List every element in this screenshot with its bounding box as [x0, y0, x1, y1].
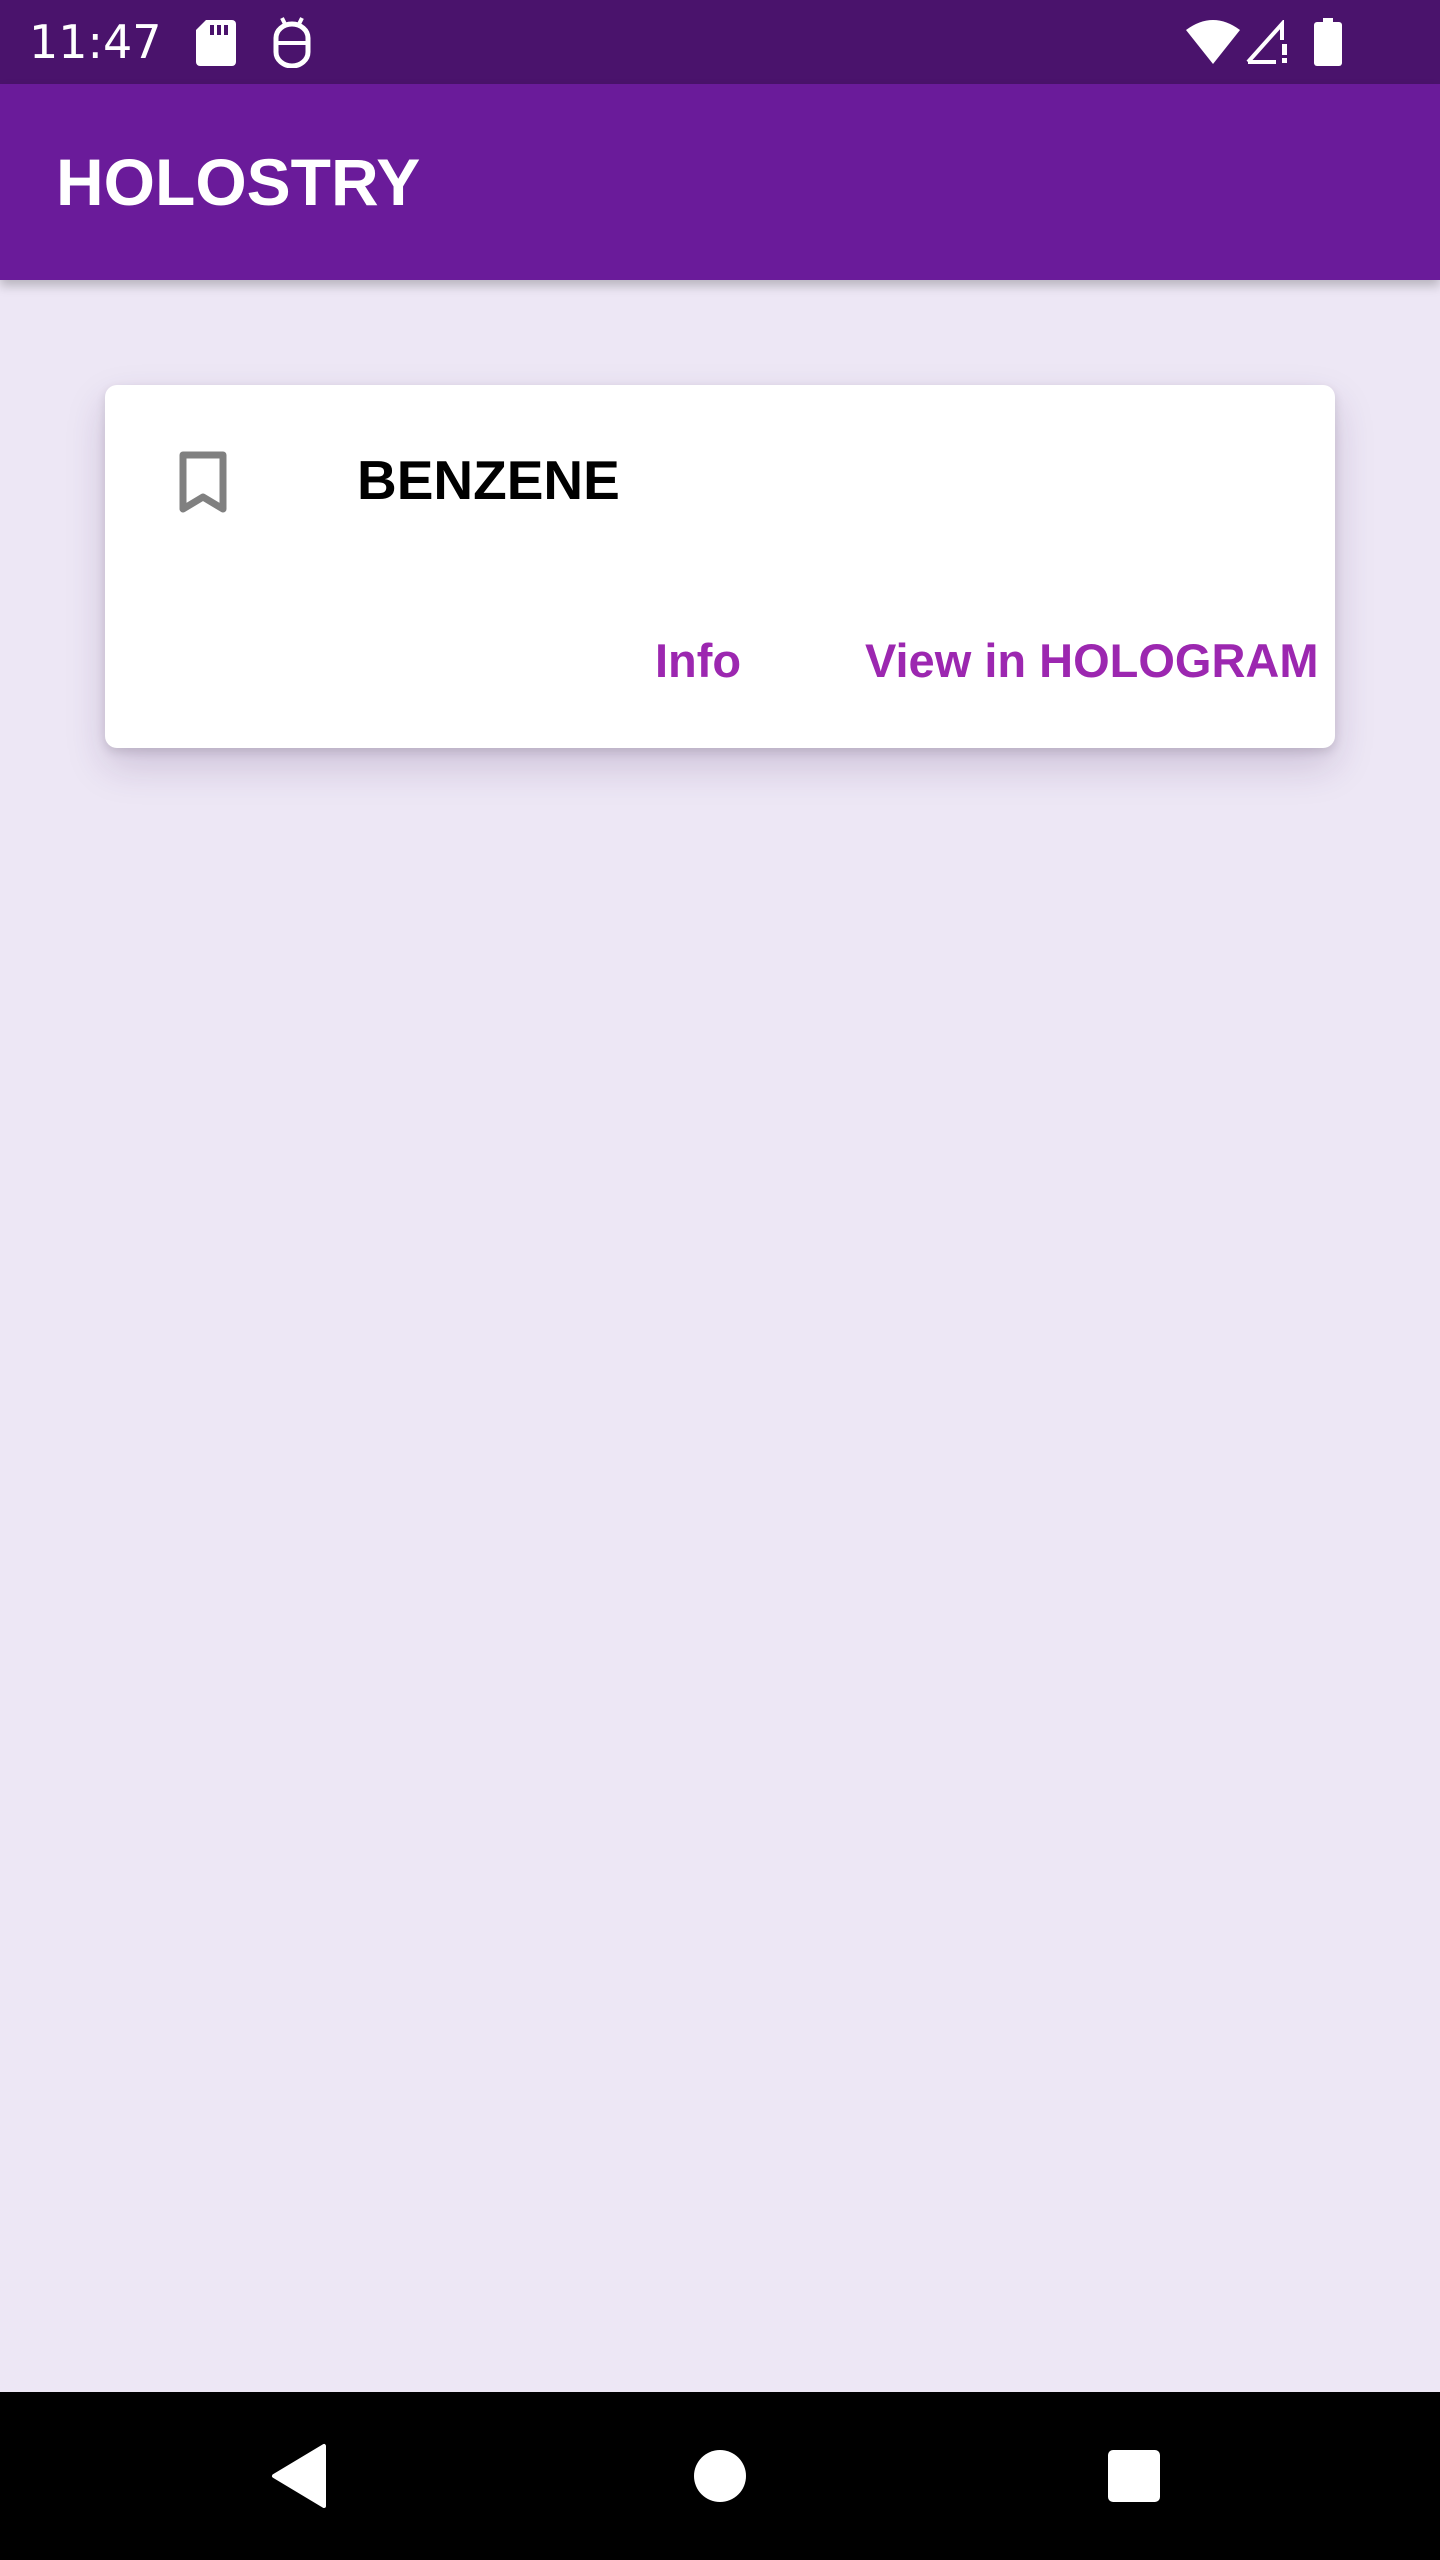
android-debug-icon — [273, 17, 311, 68]
back-icon[interactable] — [260, 2436, 340, 2516]
bookmark-icon[interactable] — [177, 451, 229, 515]
navigation-bar — [0, 2392, 1440, 2560]
app-title: HOLOSTRY — [56, 145, 421, 219]
recents-icon[interactable] — [1094, 2436, 1174, 2516]
info-button[interactable]: Info — [655, 633, 741, 689]
home-icon[interactable] — [680, 2436, 760, 2516]
view-hologram-button[interactable]: View in HOLOGRAM — [865, 633, 1319, 689]
molecule-title: BENZENE — [357, 449, 620, 511]
app-bar: HOLOSTRY — [0, 84, 1440, 280]
signal-icon — [1246, 20, 1287, 64]
status-bar: 11:47 — [0, 0, 1440, 84]
battery-icon — [1314, 18, 1342, 66]
wifi-icon — [1186, 20, 1240, 64]
molecule-card[interactable]: BENZENE Info View in HOLOGRAM — [105, 385, 1335, 748]
status-time: 11:47 — [29, 15, 162, 69]
sd-card-icon — [196, 20, 236, 66]
